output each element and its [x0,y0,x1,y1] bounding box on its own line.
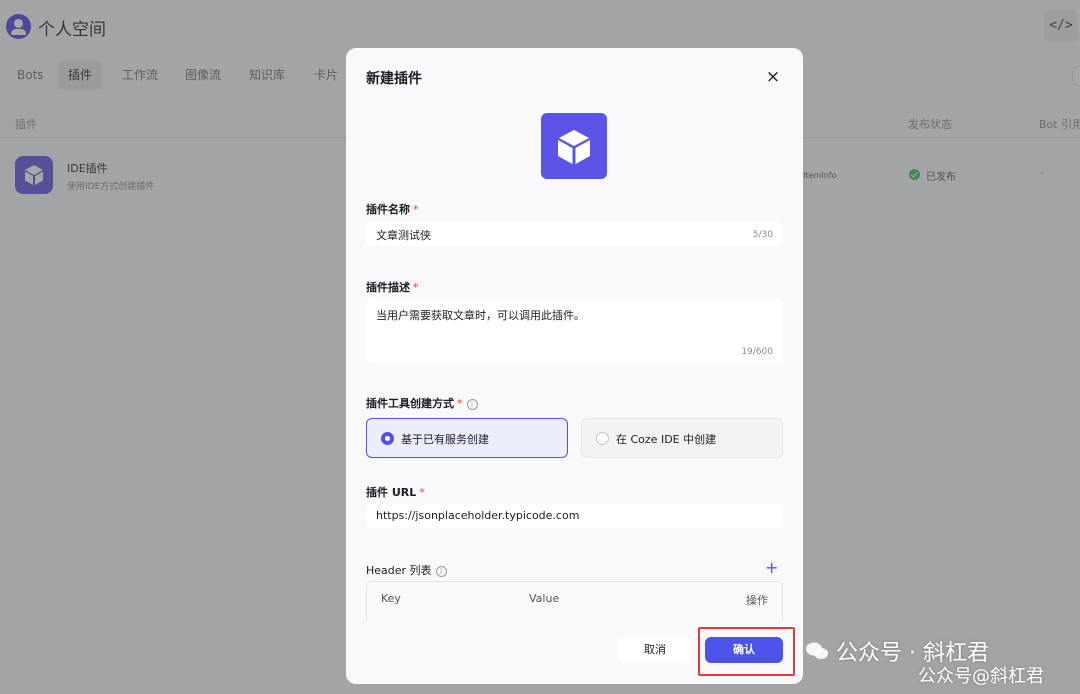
info-icon[interactable]: i [466,399,478,410]
headers-label: Header 列表 i [366,562,447,578]
header-column-value: Value [529,592,560,605]
radio-unselected-icon[interactable] [596,432,609,445]
modal-title: 新建插件 [366,71,422,87]
plugin-url-value: https://jsonplaceholder.typicode.com [376,509,580,522]
description-label-text: 插件描述 [366,281,410,294]
description-label: 插件描述 * [366,279,419,295]
option-existing-service[interactable]: 基于已有服务创建 [366,418,568,458]
required-mark: * [457,397,463,410]
required-mark: * [413,281,419,294]
name-label: 插件名称 * [366,201,419,217]
name-char-counter: 5/30 [752,230,773,240]
url-label: 插件 URL * [366,484,425,500]
add-header-plus-icon[interactable]: + [765,560,778,576]
watermark-line2: 公众号@斜杠君 [918,666,1044,687]
headers-label-text: Header 列表 [366,564,432,577]
creation-method-label: 插件工具创建方式 * i [366,395,478,411]
description-char-counter: 19/600 [741,347,773,357]
plugin-description-textarea[interactable]: 当用户需要获取文章时，可以调用此插件。 19/600 [366,299,783,363]
option-label: 在 Coze IDE 中创建 [616,433,717,446]
plugin-name-value: 文章测试侠 [376,229,431,242]
required-mark: * [419,486,425,499]
header-column-key: Key [381,592,401,605]
plugin-description-value: 当用户需要获取文章时，可以调用此插件。 [376,309,585,322]
close-icon[interactable]: × [762,66,784,88]
header-column-action: 操作 [746,594,768,607]
required-mark: * [413,203,419,216]
info-icon[interactable]: i [435,566,447,577]
header-table: Key Value 操作 [366,581,783,621]
option-label: 基于已有服务创建 [401,433,489,446]
url-label-text: 插件 URL [366,486,417,499]
confirm-highlight-box [698,627,795,676]
creation-method-label-text: 插件工具创建方式 [366,397,454,410]
option-coze-ide[interactable]: 在 Coze IDE 中创建 [581,418,783,458]
create-plugin-modal: 新建插件 × 插件名称 * 文章测试侠 5/30 插件描述 * 当用户需要获取文章时… [346,48,803,684]
plugin-cube-icon[interactable] [541,113,607,179]
plugin-url-input[interactable]: https://jsonplaceholder.typicode.com [366,504,783,528]
radio-selected-icon[interactable] [381,432,394,445]
wechat-logo-icon [805,641,829,661]
plugin-name-input[interactable]: 文章测试侠 5/30 [366,222,783,246]
cancel-button[interactable]: 取消 [618,637,692,663]
name-label-text: 插件名称 [366,203,410,216]
